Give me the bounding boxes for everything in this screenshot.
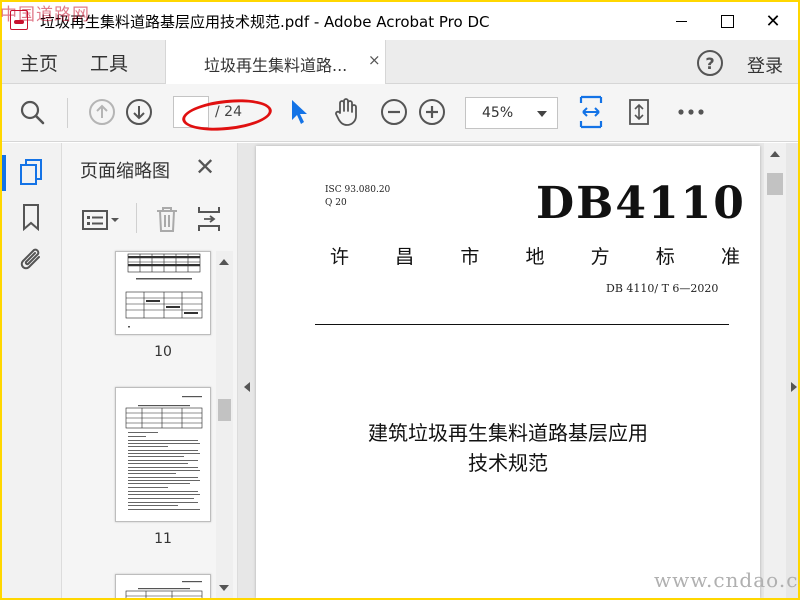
standard-type-char: 地	[525, 246, 545, 268]
document-title-line: 技术规范	[468, 451, 548, 475]
watermark-bottom-right: www.cndao.com	[654, 568, 800, 592]
maximize-button[interactable]	[704, 2, 750, 40]
thumbnail-toolbar	[62, 195, 238, 245]
document-title: 建筑垃圾再生集料道路基层应用 技术规范	[256, 418, 760, 478]
page-thumbnails-icon[interactable]	[18, 157, 44, 191]
collapse-left-pane-icon[interactable]	[244, 382, 250, 392]
scroll-up-icon[interactable]	[219, 259, 229, 265]
hand-tool-icon[interactable]	[329, 96, 363, 128]
tab-bar: 主页 工具 垃圾再生集料道路... × ? 登录	[2, 40, 798, 84]
standard-type-char: 标	[655, 246, 675, 268]
zoom-in-icon[interactable]	[416, 96, 448, 128]
bookmark-icon[interactable]	[21, 203, 41, 235]
window-title: 垃圾再生集料道路基层应用技术规范.pdf - Adobe Acrobat Pro…	[40, 13, 490, 31]
standard-number: DB 4110/ T 6—2020	[606, 282, 719, 295]
login-button[interactable]: 登录	[747, 52, 783, 78]
tab-document-label: 垃圾再生集料道路...	[204, 56, 348, 75]
page-thumbnail-10[interactable]	[115, 251, 211, 335]
tab-document[interactable]: 垃圾再生集料道路... ×	[165, 40, 386, 84]
delete-page-icon[interactable]	[154, 205, 180, 237]
zoom-value: 45%	[482, 105, 514, 121]
standard-type-char: 准	[720, 246, 740, 268]
scroll-down-icon[interactable]	[219, 585, 229, 591]
select-pointer-icon[interactable]	[282, 96, 314, 128]
attachment-icon[interactable]	[18, 245, 46, 279]
more-icon[interactable]	[674, 96, 708, 128]
standard-type-char: 市	[460, 246, 480, 268]
thumbnail-page-number: 11	[154, 531, 172, 547]
header-rule	[315, 324, 729, 325]
watermark-top-left: 中国道路网	[0, 5, 90, 25]
standard-type-char: 昌	[395, 246, 415, 268]
page-thumbnails-panel: 页面缩略图 ✕ 10 11	[62, 143, 238, 598]
zoom-out-icon[interactable]	[378, 96, 410, 128]
standard-type-char: 方	[590, 246, 610, 268]
thumbnail-page-number: 10	[154, 344, 172, 360]
toolbar-divider	[136, 203, 137, 233]
chevron-down-icon	[537, 111, 547, 117]
tab-tools[interactable]: 工具	[90, 40, 128, 84]
title-bar: 垃圾再生集料道路基层应用技术规范.pdf - Adobe Acrobat Pro…	[2, 2, 798, 40]
insert-page-icon[interactable]	[196, 205, 222, 237]
active-indicator	[2, 155, 6, 191]
standard-type: 许 昌 市 地 方 标 准	[330, 242, 740, 269]
standard-code: DB4110	[536, 178, 746, 229]
zoom-select[interactable]: 45%	[465, 97, 558, 129]
page-down-icon[interactable]	[123, 96, 155, 128]
thumbnail-scrollbar[interactable]	[216, 251, 233, 598]
fit-width-icon[interactable]	[574, 95, 608, 129]
left-navigation-pane	[2, 143, 62, 598]
tab-home[interactable]: 主页	[20, 40, 58, 84]
expand-right-pane-icon[interactable]	[791, 382, 797, 392]
document-title-line: 建筑垃圾再生集料道路基层应用	[368, 421, 648, 445]
scroll-up-icon[interactable]	[770, 151, 780, 157]
search-icon[interactable]	[16, 96, 48, 128]
rotate-page-icon[interactable]	[623, 96, 657, 128]
scrollbar-thumb[interactable]	[218, 399, 231, 421]
ics-line: ISC 93.080.20	[325, 185, 391, 195]
minimize-button[interactable]	[658, 2, 704, 40]
standard-type-char: 许	[330, 246, 350, 268]
document-scrollbar[interactable]	[764, 143, 786, 598]
tab-close-icon[interactable]: ×	[368, 51, 381, 69]
close-icon[interactable]: ✕	[195, 153, 215, 181]
panel-title: 页面缩略图	[80, 161, 170, 182]
thumbnail-options-icon[interactable]	[82, 209, 122, 235]
page-thumbnail-11[interactable]	[115, 387, 211, 522]
acrobat-window: 垃圾再生集料道路基层应用技术规范.pdf - Adobe Acrobat Pro…	[2, 2, 798, 598]
page-up-icon[interactable]	[86, 96, 118, 128]
close-window-button[interactable]: ✕	[750, 2, 796, 40]
help-icon[interactable]: ?	[697, 50, 723, 76]
toolbar: / 24 45%	[2, 84, 798, 142]
scrollbar-thumb[interactable]	[767, 173, 783, 195]
page-thumbnail-12[interactable]	[115, 574, 211, 598]
toolbar-divider	[67, 98, 68, 128]
ics-code: ISC 93.080.20 Q 20	[325, 184, 390, 210]
document-page: ISC 93.080.20 Q 20 DB4110 许 昌 市 地 方 标 准 …	[256, 146, 760, 598]
ccs-line: Q 20	[325, 198, 347, 208]
